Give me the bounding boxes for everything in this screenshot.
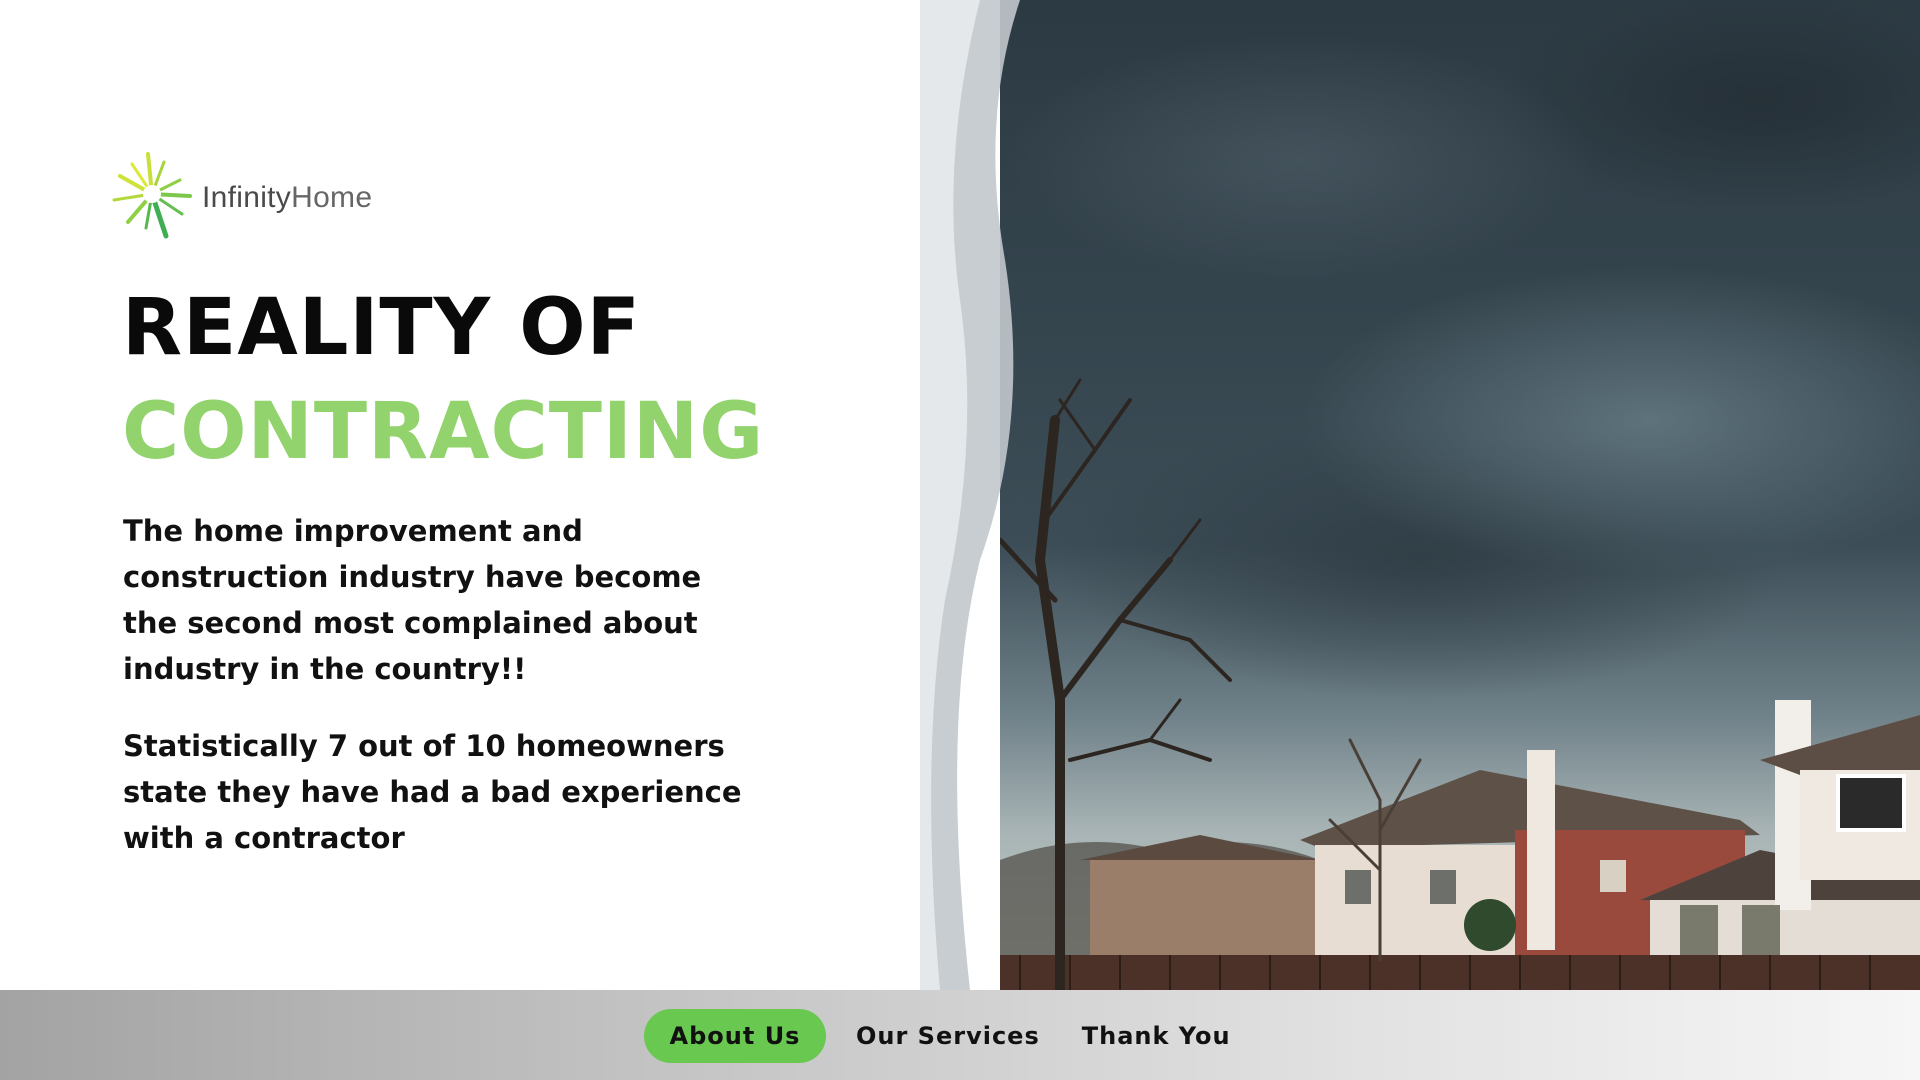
page-title: REALITY OF CONTRACTING <box>122 276 764 484</box>
intro-paragraph: The home improvement and construction in… <box>123 514 702 686</box>
statistic-paragraph: Statistically 7 out of 10 homeowners sta… <box>123 729 742 855</box>
brand-logo: InfinityHome <box>110 150 372 246</box>
brand-name-light: Home <box>291 181 373 214</box>
wave-divider <box>920 0 1020 990</box>
nav-our-services[interactable]: Our Services <box>856 1009 1040 1063</box>
brand-name-strong: Infinity <box>202 181 292 214</box>
houses-illustration <box>1000 378 1920 990</box>
nav-menu: About Us Our Services Thank You <box>644 1009 1231 1063</box>
title-line-1: REALITY OF <box>122 283 641 373</box>
starburst-icon <box>112 152 192 239</box>
nav-thank-you[interactable]: Thank You <box>1082 1009 1231 1063</box>
brand-name: InfinityHome <box>202 181 372 215</box>
title-line-2: CONTRACTING <box>122 387 765 477</box>
bottom-nav-bar: About Us Our Services Thank You <box>0 990 1920 1080</box>
nav-about-us[interactable]: About Us <box>644 1009 826 1063</box>
storm-houses-photo <box>1000 0 1920 990</box>
